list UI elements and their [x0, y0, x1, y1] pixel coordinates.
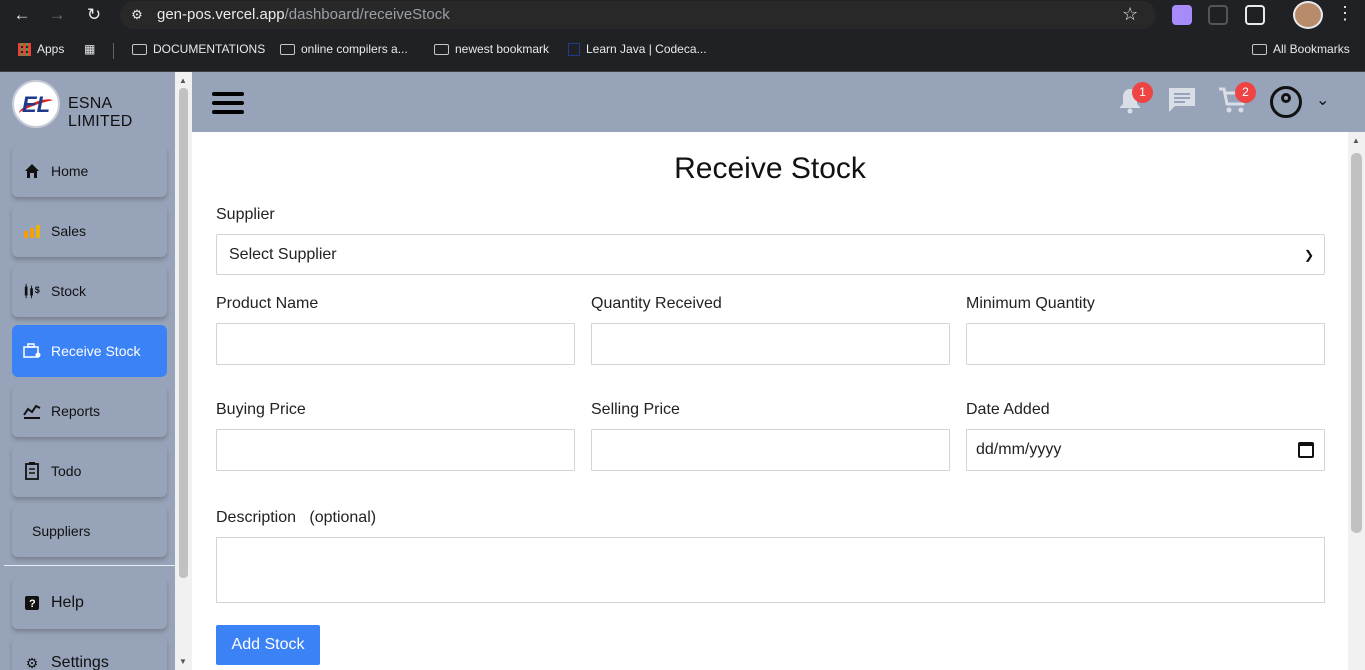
sales-icon [23, 222, 41, 240]
sidebar-item-label: Help [51, 594, 84, 611]
extension-icon[interactable] [1172, 5, 1192, 25]
tab-groups-icon[interactable]: ▦ [84, 42, 95, 56]
sidebar-item-todo[interactable]: Todo [12, 445, 167, 497]
buying-price-label: Buying Price [216, 401, 306, 418]
description-label: Description (optional) [216, 509, 377, 526]
sidebar-item-label: Settings [51, 654, 109, 670]
sidebar-divider [4, 565, 175, 566]
date-placeholder: dd/mm/yyyy [976, 441, 1062, 458]
settings-icon: ⚙ [25, 654, 39, 670]
browser-toolbar: ← → ↻ ⚙ gen-pos.vercel.app/dashboard/rec… [0, 0, 1365, 30]
reload-icon[interactable]: ↻ [82, 3, 106, 27]
bookmark-star-icon[interactable]: ☆ [1122, 4, 1138, 25]
profile-avatar[interactable] [1293, 1, 1323, 29]
chevron-down-icon: ❯ [1303, 248, 1314, 262]
bookmark-online-compilers[interactable]: online compilers a... [280, 42, 408, 56]
receive-stock-icon [23, 342, 41, 360]
page-title: Receive Stock [674, 152, 866, 185]
description-textarea[interactable] [216, 537, 1325, 603]
minimum-quantity-input[interactable] [966, 323, 1325, 365]
more-menu-icon[interactable]: ⋮ [1335, 3, 1355, 24]
svg-text:?: ? [29, 598, 36, 610]
quantity-received-input[interactable] [591, 323, 950, 365]
date-added-input[interactable]: dd/mm/yyyy [966, 429, 1325, 471]
bookmark-apps[interactable]: Apps [18, 42, 64, 56]
supplier-select-value: Select Supplier [229, 246, 337, 263]
codecademy-icon [568, 42, 580, 56]
address-bar[interactable]: ⚙ gen-pos.vercel.app/dashboard/receiveSt… [120, 1, 1156, 29]
menu-toggle-icon[interactable] [212, 92, 244, 114]
stock-icon: $ [23, 282, 41, 300]
bookmark-documentations[interactable]: DOCUMENTATIONS [132, 42, 265, 56]
add-stock-button[interactable]: Add Stock [216, 625, 320, 665]
supplier-select[interactable]: Select Supplier ❯ [216, 234, 1325, 275]
sidebar-item-label: Reports [51, 403, 101, 419]
selling-price-label: Selling Price [591, 401, 680, 418]
bookmark-newest[interactable]: newest bookmark [434, 42, 549, 56]
sidebar-item-label: Sales [51, 223, 87, 239]
reports-icon [23, 402, 41, 420]
folder-icon [1252, 43, 1267, 55]
selling-price-input[interactable] [591, 429, 950, 471]
back-icon[interactable]: ← [10, 3, 34, 27]
product-name-input[interactable] [216, 323, 575, 365]
download-icon[interactable] [1208, 5, 1228, 25]
top-header: 1 2 ⌄ [192, 72, 1365, 132]
date-added-label: Date Added [966, 401, 1050, 418]
notifications-badge: 1 [1132, 82, 1153, 103]
sidebar-item-label: Suppliers [32, 523, 91, 539]
sidebar-item-home[interactable]: Home [12, 145, 167, 197]
calendar-icon[interactable] [1298, 442, 1314, 458]
sidebar-item-reports[interactable]: Reports [12, 385, 167, 437]
folder-icon [434, 43, 449, 55]
sidebar-item-settings[interactable]: ⚙ Settings [12, 637, 167, 670]
apps-grid-icon [18, 42, 31, 56]
sidebar: EL ESNA LIMITED Home Sales $ Stock Recei… [0, 72, 175, 670]
product-name-label: Product Name [216, 295, 319, 312]
home-icon [23, 162, 41, 180]
sidebar-item-receive-stock[interactable]: Receive Stock [12, 325, 167, 377]
main-scrollbar[interactable]: ▲ [1348, 132, 1365, 670]
chevron-down-icon[interactable]: ⌄ [1316, 90, 1329, 110]
sidebar-scrollbar[interactable]: ▲ ▼ [175, 72, 192, 670]
sidebar-item-sales[interactable]: Sales [12, 205, 167, 257]
forward-icon[interactable]: → [45, 3, 69, 27]
main-scroll-thumb[interactable] [1351, 153, 1362, 533]
main-content: Receive Stock Supplier Select Supplier ❯… [192, 132, 1348, 670]
folder-icon [132, 43, 147, 55]
sidebar-item-help[interactable]: ? Help [12, 577, 167, 629]
bookmarks-bar: Apps ▦ DOCUMENTATIONS online compilers a… [0, 30, 1365, 72]
sidebar-item-label: Receive Stock [51, 343, 141, 359]
todo-icon [23, 462, 41, 480]
url-text: gen-pos.vercel.app/dashboard/receiveStoc… [157, 6, 450, 23]
bookmark-separator [113, 43, 114, 59]
folder-icon [280, 43, 295, 55]
messages-icon[interactable] [1167, 86, 1197, 116]
extensions-puzzle-icon[interactable] [1245, 5, 1265, 25]
brand-name: ESNA LIMITED [68, 95, 133, 130]
quantity-received-label: Quantity Received [591, 295, 722, 312]
sidebar-item-label: Stock [51, 283, 87, 299]
sidebar-item-label: Home [51, 163, 89, 179]
help-icon: ? [23, 594, 41, 612]
account-circle-icon[interactable] [1270, 86, 1302, 118]
cart-badge: 2 [1235, 82, 1256, 103]
site-info-icon[interactable]: ⚙ [128, 6, 146, 24]
svg-text:$: $ [35, 285, 40, 295]
sidebar-item-suppliers[interactable]: Suppliers [12, 505, 167, 557]
bookmark-learn-java[interactable]: Learn Java | Codeca... [568, 42, 707, 56]
brand-logo: EL [12, 80, 60, 128]
sidebar-scroll-thumb[interactable] [179, 88, 188, 578]
minimum-quantity-label: Minimum Quantity [966, 295, 1095, 312]
bookmark-all[interactable]: All Bookmarks [1252, 42, 1350, 56]
buying-price-input[interactable] [216, 429, 575, 471]
supplier-label: Supplier [216, 206, 275, 223]
sidebar-item-stock[interactable]: $ Stock [12, 265, 167, 317]
sidebar-item-label: Todo [51, 463, 82, 479]
